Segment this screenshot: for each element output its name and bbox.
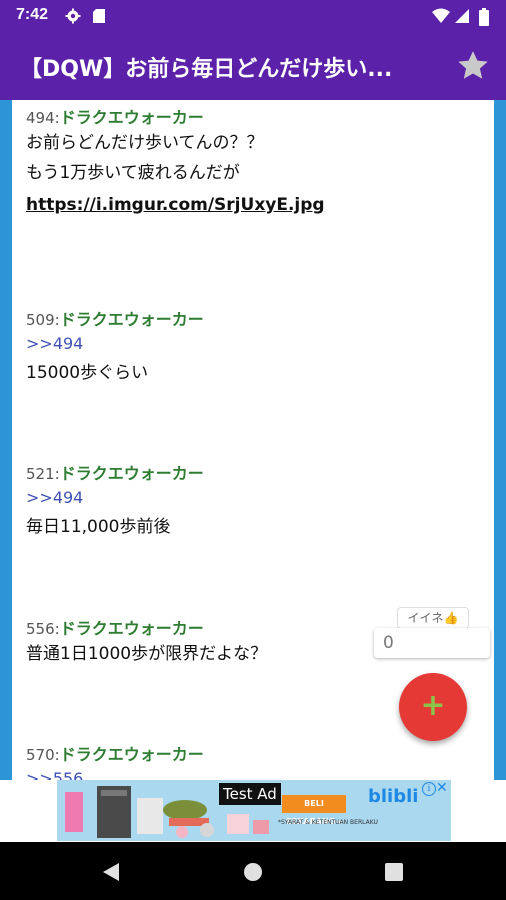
post-text: お前らどんだけ歩いてんの？？ <box>26 133 264 153</box>
post-header: 570:ドラクエウォーカー <box>26 741 486 765</box>
post-text: もう1万歩いて疲れるんだが <box>26 163 240 183</box>
reply-anchor-link[interactable]: >>556 <box>26 765 486 780</box>
image-link[interactable]: https://i.imgur.com/SrjUxyE.jpg <box>26 188 486 222</box>
post-509: 509:ドラクエウォーカー >>494 15000歩ぐらい <box>26 306 486 388</box>
ad-brand-logo: blibli <box>368 786 419 807</box>
recents-icon[interactable] <box>385 863 403 881</box>
post-text: 毎日11,000歩前後 <box>26 517 171 537</box>
reply-anchor-link[interactable]: >>494 <box>26 330 486 358</box>
wifi-icon <box>432 8 450 23</box>
like-count-field[interactable]: 0 <box>374 628 490 658</box>
reply-anchor-link[interactable]: >>494 <box>26 484 486 512</box>
post-number: 494: <box>26 109 60 127</box>
poster-name: ドラクエウォーカー <box>59 619 204 638</box>
post-number: 556: <box>26 620 60 638</box>
poster-name: ドラクエウォーカー <box>59 464 204 483</box>
poster-name: ドラクエウォーカー <box>59 310 204 329</box>
thread-title: 【DQW】お前ら毎日どんだけ歩い... <box>20 57 393 82</box>
post-text: 15000歩ぐらい <box>26 363 149 383</box>
ad-close-icon[interactable]: ✕ <box>436 780 448 796</box>
ad-cta-button[interactable]: BELI SEKARANG ▸ <box>282 795 346 826</box>
signal-icon <box>455 9 469 23</box>
status-bar: 7:42 <box>0 0 506 32</box>
post-521: 521:ドラクエウォーカー >>494 毎日11,000歩前後 <box>26 460 486 542</box>
add-fab-button[interactable]: + <box>399 673 467 741</box>
post-number: 509: <box>26 311 60 329</box>
poster-name: ドラクエウォーカー <box>59 745 204 764</box>
post-number: 570: <box>26 746 60 764</box>
sd-card-icon <box>93 9 105 23</box>
battery-icon <box>479 8 489 26</box>
poster-name: ドラクエウォーカー <box>59 108 204 127</box>
post-494: 494:ドラクエウォーカー お前らどんだけ歩いてんの？？ もう1万歩いて疲れるん… <box>26 104 486 222</box>
home-icon[interactable] <box>243 862 263 882</box>
post-number: 521: <box>26 465 60 483</box>
favorite-star-icon[interactable] <box>456 49 490 83</box>
settings-icon <box>65 8 81 24</box>
nav-bar <box>0 842 506 900</box>
post-header: 509:ドラクエウォーカー <box>26 306 486 330</box>
like-label: イイネ👍 <box>397 607 469 629</box>
test-ad-label: Test Ad <box>219 783 281 805</box>
ad-info-icon[interactable]: i <box>422 782 436 796</box>
post-header: 521:ドラクエウォーカー <box>26 460 486 484</box>
plus-icon: + <box>420 688 446 723</box>
post-header: 494:ドラクエウォーカー <box>26 104 486 128</box>
back-icon[interactable] <box>101 862 121 882</box>
ad-terms-text: *SYARAT & KETENTUAN BERLAKU <box>278 819 378 826</box>
status-time: 7:42 <box>16 6 49 23</box>
app-bar: 【DQW】お前ら毎日どんだけ歩い... <box>0 32 506 100</box>
post-570: 570:ドラクエウォーカー >>556 <box>26 741 486 780</box>
